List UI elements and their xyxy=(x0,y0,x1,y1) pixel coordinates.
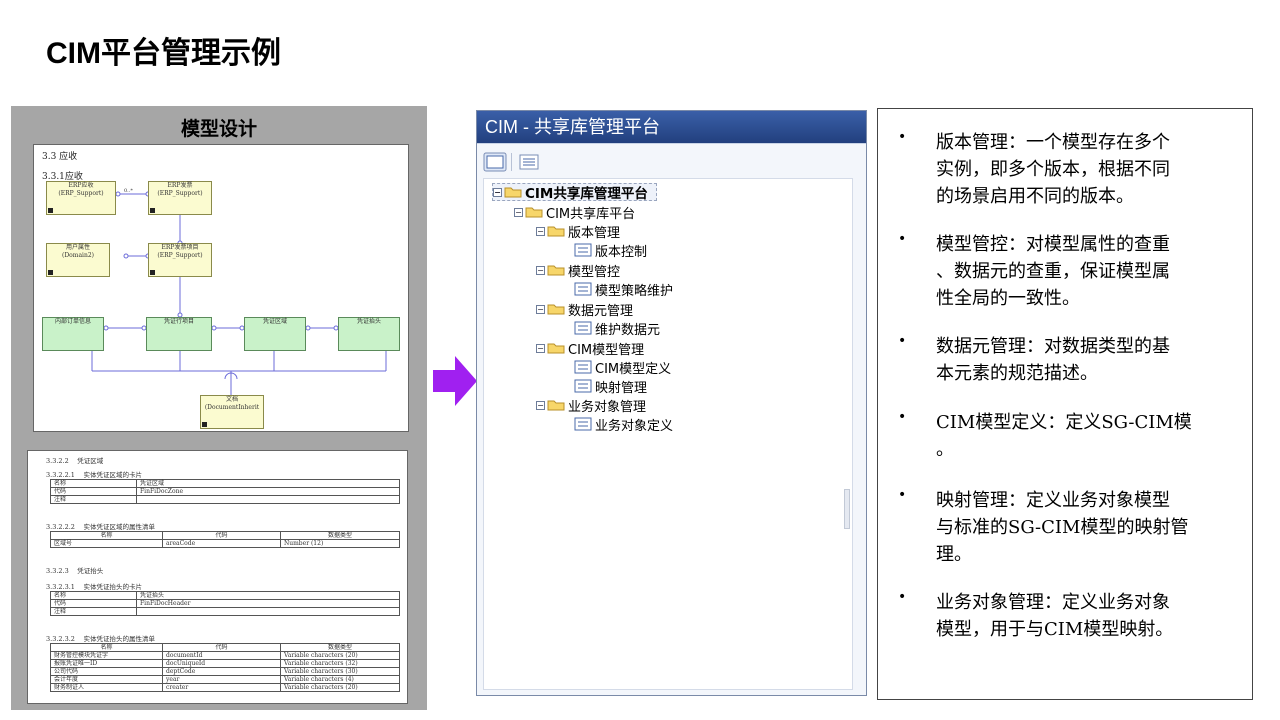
form-icon xyxy=(574,321,592,335)
doc-heading: 3.3.2.2.1 实体凭证区域的卡片 xyxy=(46,471,143,479)
feature-description-box: • 版本管理：一个模型存在多个 实例，即多个版本，根据不同 的场景启用不同的版本。 … xyxy=(877,108,1253,700)
doc-heading: 3.3.2.3.1 实体凭证抬头的卡片 xyxy=(46,583,143,591)
folder-icon xyxy=(525,207,543,218)
uml-class-internal-order: 内部订单信息 xyxy=(42,317,104,351)
form-icon xyxy=(574,417,592,431)
cim-platform-window: CIM - 共享库管理平台 − CIM共享库管理平台 − CIM共享库平台 − … xyxy=(476,110,867,696)
tree-node-business-object-mgmt[interactable]: − 业务对象管理 xyxy=(536,396,646,415)
bullet-dot-icon: • xyxy=(898,129,907,145)
bullet-dot-icon: • xyxy=(898,333,907,349)
tree-leaf-maintain-data-element[interactable]: 维护数据元 xyxy=(574,319,660,338)
folder-icon xyxy=(547,343,565,354)
collapse-icon[interactable]: − xyxy=(536,304,545,314)
doc-card-table: 名称 凭证区域 代码 FinFiDocZone 注释 xyxy=(50,479,400,504)
cim-tree: − CIM共享库管理平台 − CIM共享库平台 − 版本管理 版本控制 − 模型… xyxy=(483,178,853,690)
collapse-icon[interactable]: − xyxy=(536,265,545,275)
entity-spec-document: 3.3.2.2 凭证区域 3.3.2.2.1 实体凭证区域的卡片 名称 凭证区域 … xyxy=(27,450,408,704)
folder-icon xyxy=(504,187,522,198)
tree-view-button-icon[interactable] xyxy=(483,152,507,172)
tree-node-version-mgmt[interactable]: − 版本管理 xyxy=(536,222,620,241)
doc-heading: 3.3.2.2 凭证区域 xyxy=(46,457,104,465)
uml-class-voucher-line-item: 凭证行项目 xyxy=(146,317,212,351)
form-icon xyxy=(574,282,592,296)
splitter-handle[interactable] xyxy=(844,489,850,529)
uml-class-erp-receivable: ERP应收 (ERP_Support) xyxy=(46,181,116,215)
tree-node-platform[interactable]: − CIM共享库平台 xyxy=(514,203,635,222)
uml-class-erp-invoice-item: ERP发票项目 (ERP_Support) xyxy=(148,243,212,277)
flow-arrow-icon xyxy=(433,356,477,406)
collapse-icon[interactable]: − xyxy=(514,207,523,217)
tree-leaf-version-control[interactable]: 版本控制 xyxy=(574,241,647,260)
doc-heading: 3.3.2.2.2 实体凭证区域的属性清单 xyxy=(46,523,156,531)
folder-icon xyxy=(547,226,565,237)
tree-node-data-element-mgmt[interactable]: − 数据元管理 xyxy=(536,300,633,319)
tree-node-root[interactable]: − CIM共享库管理平台 xyxy=(492,183,657,202)
doc-card-table: 名称 凭证抬头 代码 FinFiDocHeader 注释 xyxy=(50,591,400,616)
uml-class-voucher-header: 凭证抬头 xyxy=(338,317,400,351)
window-body: − CIM共享库管理平台 − CIM共享库平台 − 版本管理 版本控制 − 模型… xyxy=(477,143,866,695)
bullet-dot-icon: • xyxy=(898,409,907,425)
toolbar-divider xyxy=(511,153,512,171)
uml-class-document: 文档 (DocumentInherit xyxy=(200,395,264,429)
tree-node-cim-model-mgmt[interactable]: − CIM模型管理 xyxy=(536,339,644,358)
uml-diagram: 3.3 应收 3.3.1应收 0..* ERP应收 (ERP_Support) … xyxy=(33,144,409,432)
form-icon xyxy=(574,243,592,257)
list-view-button-icon[interactable] xyxy=(517,152,541,172)
uml-class-erp-invoice: ERP发票 (ERP_Support) xyxy=(148,181,212,215)
bullet-dot-icon: • xyxy=(898,231,907,247)
tree-leaf-model-strategy[interactable]: 模型策略维护 xyxy=(574,280,673,299)
form-icon xyxy=(574,379,592,393)
tree-leaf-mapping-mgmt[interactable]: 映射管理 xyxy=(574,377,647,396)
doc-heading: 3.3.2.3.2 实体凭证抬头的属性清单 xyxy=(46,635,156,643)
tree-leaf-cim-model-definition[interactable]: CIM模型定义 xyxy=(574,358,671,377)
uml-multiplicity: 0..* xyxy=(124,188,133,194)
model-design-title: 模型设计 xyxy=(180,118,257,140)
collapse-icon[interactable]: − xyxy=(493,187,502,197)
model-design-panel: 模型设计 3.3 应收 3.3.1应收 0..* ERP应收 (ERP_Supp… xyxy=(11,106,427,710)
uml-class-user-attribute: 用户属性 (Domain2) xyxy=(46,243,110,277)
collapse-icon[interactable]: − xyxy=(536,400,545,410)
tree-node-model-control[interactable]: − 模型管控 xyxy=(536,261,620,280)
folder-icon xyxy=(547,265,565,276)
slide-title: CIM平台管理示例 xyxy=(46,37,281,70)
doc-heading: 3.3.2.3 凭证抬头 xyxy=(46,567,104,575)
collapse-icon[interactable]: − xyxy=(536,226,545,236)
form-icon xyxy=(574,360,592,374)
tree-leaf-business-object-definition[interactable]: 业务对象定义 xyxy=(574,415,673,434)
doc-attr-table: 名称 代码 数据类型 区域号 areaCode Number (12) xyxy=(50,531,400,548)
uml-class-voucher-zone: 凭证区域 xyxy=(244,317,306,351)
doc-attr-table: 名称 代码 数据类型 财务管控模块凭证字 documentId Variable cha… xyxy=(50,643,400,692)
window-title: CIM - 共享库管理平台 xyxy=(477,111,866,143)
bullet-dot-icon: • xyxy=(898,487,907,503)
folder-icon xyxy=(547,400,565,411)
bullet-dot-icon: • xyxy=(898,589,907,605)
folder-icon xyxy=(547,304,565,315)
collapse-icon[interactable]: − xyxy=(536,343,545,353)
